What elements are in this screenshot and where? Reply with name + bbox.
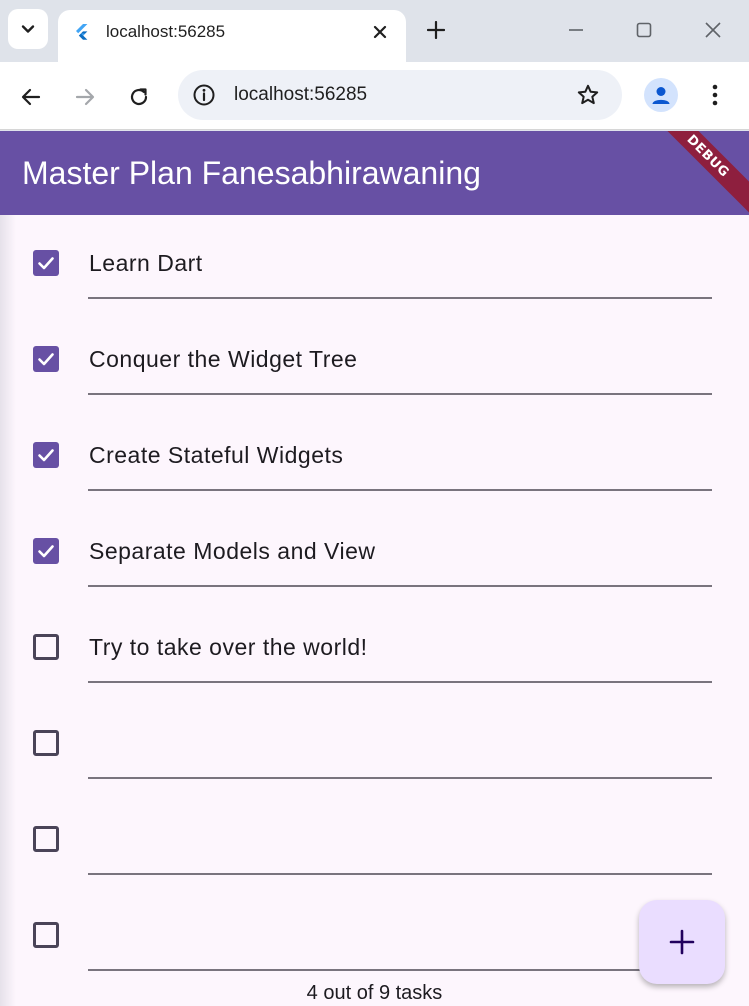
app-bar: Master Plan Fanesabhirawaning DEBUG	[0, 131, 749, 217]
task-text-field[interactable]: Try to take over the world!	[89, 633, 368, 661]
more-vert-icon	[712, 84, 718, 106]
task-row	[0, 695, 749, 791]
task-row: Create Stateful Widgets	[0, 407, 749, 503]
browser-tab[interactable]: localhost:56285	[58, 10, 406, 62]
task-text-field[interactable]: Separate Models and View	[89, 537, 375, 565]
text-field-underline	[88, 777, 712, 779]
debug-banner-label: DEBUG	[683, 131, 733, 181]
add-icon	[669, 929, 695, 955]
flutter-favicon-icon	[76, 24, 88, 40]
text-field-underline	[88, 873, 712, 875]
task-row	[0, 887, 749, 983]
task-list: Learn Dart Conquer the Widget Tree Creat…	[0, 215, 749, 983]
task-checkbox[interactable]	[33, 826, 59, 852]
task-checkbox[interactable]	[33, 250, 59, 276]
window-close-button[interactable]	[697, 14, 729, 46]
arrow-left-icon	[21, 88, 41, 106]
browser-toolbar: localhost:56285	[0, 62, 749, 130]
info-icon	[193, 84, 215, 106]
task-checkbox[interactable]	[33, 346, 59, 372]
check-icon	[38, 545, 54, 558]
minimize-icon	[569, 29, 583, 31]
task-row: Separate Models and View	[0, 503, 749, 599]
text-field-underline	[88, 585, 712, 587]
text-field-underline	[88, 393, 712, 395]
task-text-field[interactable]: Conquer the Widget Tree	[89, 345, 357, 373]
task-checkbox[interactable]	[33, 442, 59, 468]
profile-button[interactable]	[644, 78, 678, 112]
person-icon	[652, 87, 670, 104]
minimize-button[interactable]	[560, 14, 592, 46]
text-field-underline	[88, 969, 712, 971]
address-bar[interactable]: localhost:56285	[178, 70, 622, 120]
task-checkbox[interactable]	[33, 730, 59, 756]
reload-icon	[130, 88, 148, 106]
add-task-button[interactable]	[639, 900, 725, 984]
new-tab-button[interactable]	[420, 14, 452, 46]
text-field-underline	[88, 681, 712, 683]
text-field-underline	[88, 297, 712, 299]
task-row	[0, 791, 749, 887]
text-field-underline	[88, 489, 712, 491]
task-row: Conquer the Widget Tree	[0, 311, 749, 407]
maximize-button[interactable]	[628, 14, 660, 46]
close-icon	[373, 25, 387, 39]
debug-banner: DEBUG	[647, 131, 749, 217]
forward-button[interactable]	[68, 80, 102, 114]
task-row: Try to take over the world!	[0, 599, 749, 695]
check-icon	[38, 353, 54, 366]
site-info-button[interactable]	[190, 81, 218, 109]
chevron-down-icon	[21, 25, 35, 33]
task-progress-text: 4 out of 9 tasks	[306, 982, 443, 1004]
page-title: Master Plan Fanesabhirawaning	[22, 155, 481, 191]
check-icon	[38, 257, 54, 270]
task-text-field[interactable]: Learn Dart	[89, 249, 203, 277]
bookmark-button[interactable]	[574, 81, 602, 109]
arrow-right-icon	[75, 88, 95, 106]
tab-search-button[interactable]	[8, 9, 48, 49]
url-text[interactable]: localhost:56285	[234, 84, 367, 106]
back-button[interactable]	[14, 80, 48, 114]
task-text-field[interactable]: Create Stateful Widgets	[89, 441, 343, 469]
maximize-icon	[636, 22, 652, 38]
task-checkbox[interactable]	[33, 922, 59, 948]
task-checkbox[interactable]	[33, 634, 59, 660]
task-row: Learn Dart	[0, 215, 749, 311]
task-checkbox[interactable]	[33, 538, 59, 564]
tab-close-button[interactable]	[368, 20, 392, 44]
check-icon	[38, 449, 54, 462]
app-viewport: Master Plan Fanesabhirawaning DEBUG Lear…	[0, 131, 749, 1006]
browser-menu-button[interactable]	[700, 78, 730, 112]
reload-button[interactable]	[122, 80, 156, 114]
star-icon	[577, 84, 599, 105]
tab-strip: localhost:56285	[0, 0, 749, 62]
close-icon	[705, 22, 721, 38]
plus-icon	[427, 21, 445, 39]
tab-title: localhost:56285	[106, 22, 226, 41]
